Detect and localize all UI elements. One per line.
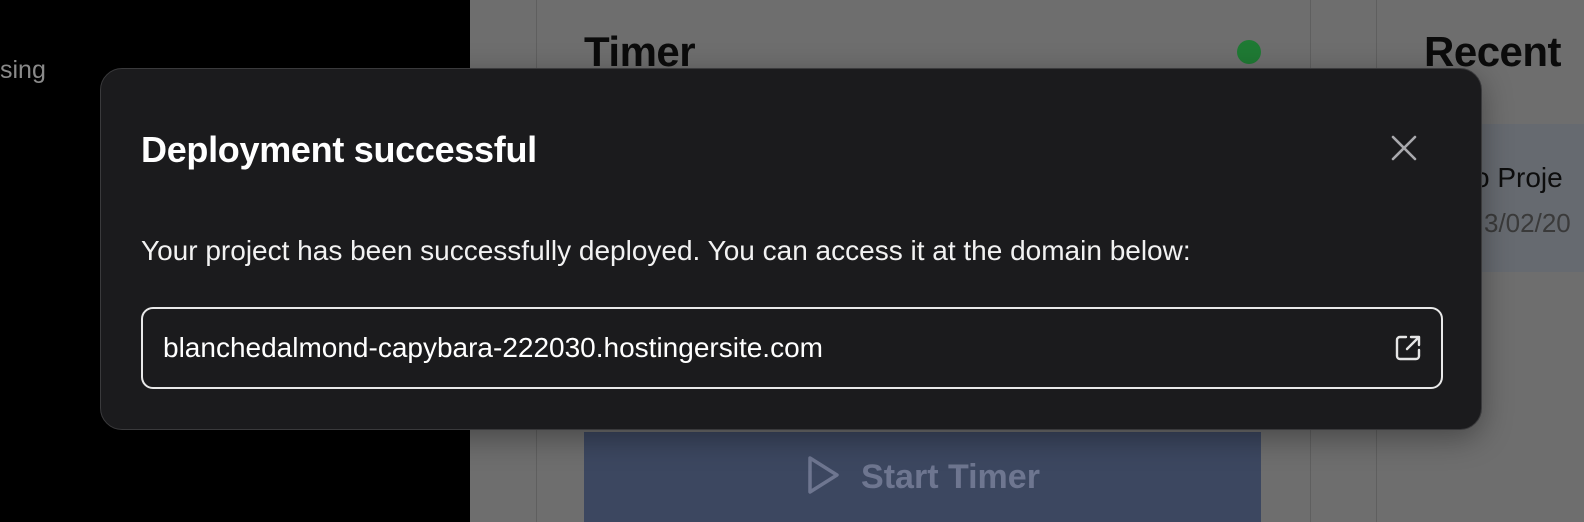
domain-link-field[interactable]: blanchedalmond-capybara-222030.hostinger…: [141, 307, 1443, 389]
modal-title: Deployment successful: [141, 129, 537, 170]
modal-message: Your project has been successfully deplo…: [141, 235, 1191, 266]
sidebar-text: sing: [0, 56, 46, 84]
close-button[interactable]: [1385, 131, 1423, 169]
recent-project-date: 3/02/20: [1484, 208, 1571, 238]
status-dot: [1237, 40, 1261, 64]
play-icon: [805, 455, 841, 500]
close-icon: [1389, 133, 1419, 168]
deployment-success-modal: Deployment successful Your project has b…: [100, 68, 1482, 430]
recent-project-name: o Proje: [1474, 162, 1563, 193]
domain-text[interactable]: blanchedalmond-capybara-222030.hostinger…: [163, 332, 1393, 364]
start-timer-label: Start Timer: [861, 457, 1040, 496]
external-link-icon[interactable]: [1393, 333, 1423, 363]
start-timer-button[interactable]: Start Timer: [584, 432, 1261, 522]
